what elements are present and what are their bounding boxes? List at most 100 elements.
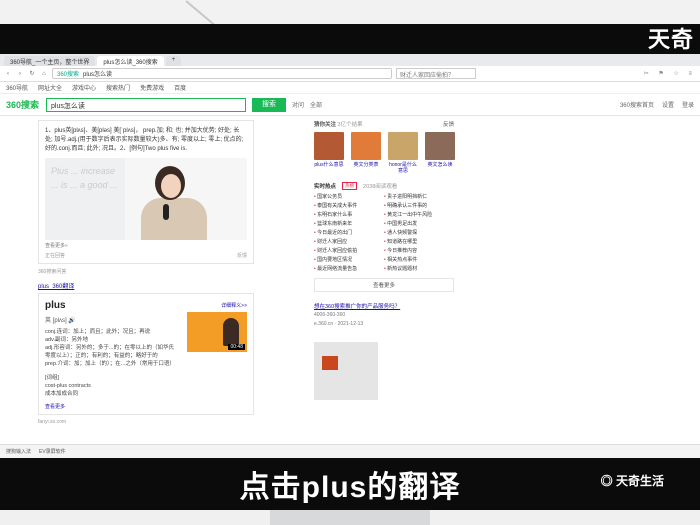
hot-item[interactable]: 国内要地区情况: [314, 256, 384, 263]
hot-item[interactable]: 最近网络流量告急: [314, 265, 384, 272]
hot-item[interactable]: 知道路在哪里: [384, 238, 454, 245]
bookmark-item[interactable]: 网址大全: [38, 83, 62, 92]
thumb-caption: plus什么意思: [314, 162, 344, 168]
sidebar-feedback[interactable]: 反馈: [443, 120, 454, 128]
header-links: 360搜索首页 设置 登录: [620, 100, 694, 109]
microphone-icon: [163, 204, 169, 220]
bookmark-item[interactable]: 百度: [174, 83, 186, 92]
hot-item[interactable]: 财迁人家回应偷拍: [314, 247, 384, 254]
search-header: 360搜索 plus怎么读 搜索 对问 全部 360搜索首页 设置 登录: [0, 94, 700, 116]
search-option[interactable]: 全部: [310, 100, 322, 109]
result-source: 360搜索问答: [38, 269, 67, 275]
hot-item[interactable]: 新热议题题材: [384, 265, 454, 272]
hot-item[interactable]: 黄龙江一出中午风险: [384, 211, 454, 218]
hot-sub: 2038阅读观看: [363, 184, 398, 190]
hot-see-more-button[interactable]: 查看更多: [314, 278, 454, 292]
hot-list: 国家公务员 贵子进阳明挡新仁 泰国有关成大事件 明确承认三件事的 东明石家什么事…: [314, 193, 454, 272]
hot-item[interactable]: 泰国有关成大事件: [314, 202, 384, 209]
thumb-caption: 英文怎么读: [427, 162, 453, 168]
hot-item[interactable]: 今日最近的出门: [314, 229, 384, 236]
related-thumb[interactable]: honor是什么意思: [388, 132, 418, 174]
dictionary-more-link[interactable]: 查看更多: [45, 403, 247, 410]
toolbar-icons[interactable]: ✂ ⚑ ☆ ≡: [644, 70, 696, 77]
site-logo[interactable]: 360搜索: [6, 98, 40, 111]
new-tab-button[interactable]: +: [165, 56, 182, 66]
video-caption: 点击plus的翻译: [239, 471, 461, 504]
tab-strip: 360导航_一个主页，整个世界 plus怎么读_360搜索 +: [0, 54, 700, 66]
taskbar-item[interactable]: 搜狗输入法: [6, 448, 31, 455]
thumb-caption: honor是什么意思: [389, 162, 417, 174]
hot-item[interactable]: 财迁人家回应: [314, 238, 384, 245]
headword: plus: [45, 300, 66, 311]
bookmark-item[interactable]: 免费游戏: [140, 83, 164, 92]
search-button[interactable]: 搜索: [252, 97, 286, 112]
person-face: [161, 174, 181, 198]
related-thumb[interactable]: plus什么意思: [314, 132, 344, 174]
video-person: [223, 318, 239, 346]
gloss-item: conj.连词：加上；而且；此外；况且；再说: [45, 329, 151, 335]
video-thumbnail[interactable]: 00:48: [187, 312, 247, 352]
bookmark-item[interactable]: 搜索热门: [106, 83, 130, 92]
hot-item[interactable]: 篮球东南新来年: [314, 220, 384, 227]
video-frame: 天奇 360导航_一个主页，整个世界 plus怎么读_360搜索 + ‹ › ↻…: [0, 0, 700, 525]
home-icon[interactable]: ⌂: [40, 71, 48, 77]
promo-image[interactable]: [314, 342, 378, 400]
hot-title: 实时热点: [314, 184, 337, 190]
taskbar-item[interactable]: EV录屏软件: [39, 448, 66, 455]
related-thumbs: plus什么意思 英文分类表 honor是什么意思 英文怎么读: [314, 132, 455, 174]
hot-item[interactable]: 中国男足出发: [384, 220, 454, 227]
phonetic-text: 英 [plʌs]: [45, 318, 67, 324]
tab-plus-search[interactable]: plus怎么读_360搜索: [97, 56, 164, 66]
hot-item[interactable]: 东明石家什么事: [314, 211, 384, 218]
search-input[interactable]: plus怎么读: [46, 97, 246, 112]
hot-header: 实时热点 热榜 2038阅读观看: [314, 182, 454, 190]
dictionary-source: fanyi.so.com: [38, 419, 67, 425]
forward-icon[interactable]: ›: [16, 71, 24, 77]
watermark-icon: ◎: [600, 474, 616, 488]
gloss-item: adv.副词：另外地: [45, 337, 88, 343]
results-column: 1、plus英[plʌs]、美[pləs] 美[ˈplʌs]， prep.加; …: [38, 120, 254, 431]
speaker-icon[interactable]: 🔊: [68, 318, 75, 324]
watermark-text: 天奇生活: [615, 474, 664, 488]
translation-result-title[interactable]: plus_360翻译: [38, 281, 254, 290]
hot-item[interactable]: 通人快频警探: [384, 229, 454, 236]
promo-link[interactable]: 想在360搜索推广你的产品服务吗？: [314, 302, 454, 310]
hot-item[interactable]: 贵子进阳明挡新仁: [384, 193, 454, 200]
bookmark-item[interactable]: 360导航: [6, 83, 28, 92]
thumb-image: [314, 132, 344, 160]
gloss-item: prep.介词：加；加上（的）；在...之外（常用于口语）: [45, 361, 175, 367]
search-option[interactable]: 对问: [292, 100, 304, 109]
address-search-field[interactable]: 财迁人家回应偷拍？: [396, 68, 476, 79]
settings-link[interactable]: 设置: [662, 100, 674, 109]
promo-phone: 4006-360-360: [314, 312, 346, 318]
hot-item[interactable]: 国家公务员: [314, 193, 384, 200]
hot-item[interactable]: 今日推荐内容: [384, 247, 454, 254]
url-field[interactable]: 360搜索 plus怎么读: [52, 68, 392, 79]
address-bar-row: ‹ › ↻ ⌂ 360搜索 plus怎么读 财迁人家回应偷拍？ ✂ ⚑ ☆ ≡: [0, 66, 700, 82]
gloss-list: conj.连词：加上；而且；此外；况且；再说 adv.副词：另外地 adj.形容…: [45, 328, 175, 368]
bookmark-item[interactable]: 游戏中心: [72, 83, 96, 92]
taskbar: 搜狗输入法 EV录屏软件: [0, 444, 700, 458]
bookmarks-bar: 360导航 网址大全 游戏中心 搜索热门 免费游戏 百度: [0, 82, 700, 94]
related-header: 猜你关注 3亿个结果 反馈: [314, 120, 454, 128]
detail-link[interactable]: 详细释义>>: [221, 302, 247, 309]
thumb-image: [425, 132, 455, 160]
tab-360-nav[interactable]: 360导航_一个主页，整个世界: [4, 56, 96, 66]
dictionary-card: plus 详细释义>> 英 [plʌs] 🔊 conj.连词：加上；而且；此外；…: [38, 293, 254, 415]
promo-block: 想在360搜索推广你的产品服务吗？ 4006-360-360 e.360.cn …: [314, 302, 454, 400]
back-icon[interactable]: ‹: [4, 71, 12, 77]
gloss-item: adj.形容词：另外的；多于...的；在零以上的（如华氏零度以上）；正的；有利的…: [45, 345, 174, 359]
login-link[interactable]: 登录: [682, 100, 694, 109]
hot-item[interactable]: 明确承认三件事的: [384, 202, 454, 209]
homepage-link[interactable]: 360搜索首页: [620, 100, 654, 109]
phrase-item: 成本加成合同: [45, 391, 79, 397]
whiteboard: Plus ... increase ... is ... a good ...: [45, 158, 125, 240]
related-thumb[interactable]: 英文分类表: [351, 132, 381, 174]
related-thumb[interactable]: 英文怎么读: [425, 132, 455, 174]
teacher-photo: Plus ... increase ... is ... a good ...: [45, 158, 247, 240]
more-link[interactable]: 查看更多»: [45, 242, 247, 249]
feedback-link[interactable]: 反馈: [237, 252, 247, 259]
hot-item[interactable]: 相关热点事件: [384, 256, 454, 263]
thumb-image: [351, 132, 381, 160]
refresh-icon[interactable]: ↻: [28, 70, 36, 77]
